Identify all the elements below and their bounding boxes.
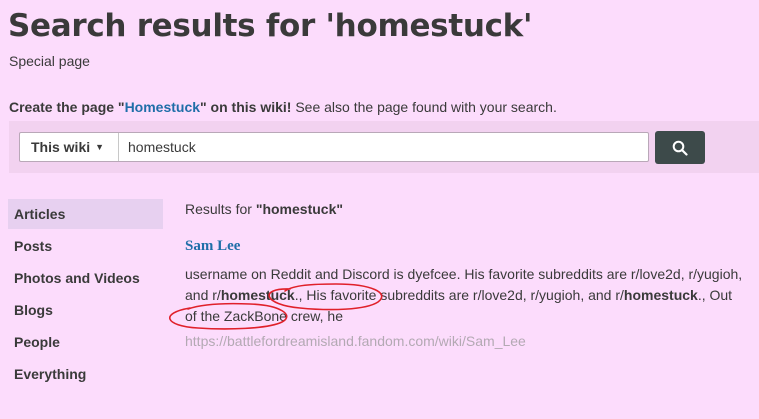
search-icon	[672, 140, 688, 156]
sidebar-item-people[interactable]: People	[8, 327, 163, 357]
create-page-middle: " on this wiki!	[200, 99, 292, 115]
create-page-notice: Create the page "Homestuck" on this wiki…	[9, 99, 557, 115]
result-snippet: username on Reddit and Discord is dyefce…	[185, 264, 745, 327]
result-url[interactable]: https://battlefordreamisland.fandom.com/…	[185, 333, 745, 349]
search-box: This wiki ▼	[19, 132, 649, 162]
result-item: Sam Lee username on Reddit and Discord i…	[185, 217, 745, 349]
search-scope-label: This wiki	[31, 139, 91, 155]
create-page-link[interactable]: Homestuck	[125, 99, 200, 115]
snippet-match: homestuck	[623, 287, 698, 303]
snippet-text: ., His favorite subreddits are r/love2d,…	[294, 287, 624, 303]
chevron-down-icon: ▼	[95, 142, 105, 152]
search-button[interactable]	[655, 131, 705, 164]
sidebar-item-articles[interactable]: Articles	[8, 199, 163, 229]
result-title-link[interactable]: Sam Lee	[185, 238, 240, 255]
results-for-heading: Results for "homestuck"	[185, 201, 745, 217]
create-page-prefix: Create the page "	[9, 99, 125, 115]
results-for-prefix: Results for	[185, 201, 256, 217]
sidebar-item-everything[interactable]: Everything	[8, 359, 163, 389]
search-input[interactable]	[119, 133, 648, 161]
snippet-match: homestuck	[220, 287, 295, 303]
sidebar-item-blogs[interactable]: Blogs	[8, 295, 163, 325]
page-subtitle: Special page	[9, 53, 90, 69]
sidebar-item-posts[interactable]: Posts	[8, 231, 163, 261]
search-scope-dropdown[interactable]: This wiki ▼	[20, 133, 119, 161]
results-for-query: "homestuck"	[255, 201, 343, 217]
page-title: Search results for 'homestuck'	[8, 8, 533, 44]
search-type-sidebar: Articles Posts Photos and Videos Blogs P…	[8, 199, 163, 391]
search-results: Results for "homestuck" Sam Lee username…	[185, 201, 745, 349]
see-also-text: See also the page found with your search…	[291, 99, 557, 115]
sidebar-item-photos-and-videos[interactable]: Photos and Videos	[8, 263, 163, 293]
